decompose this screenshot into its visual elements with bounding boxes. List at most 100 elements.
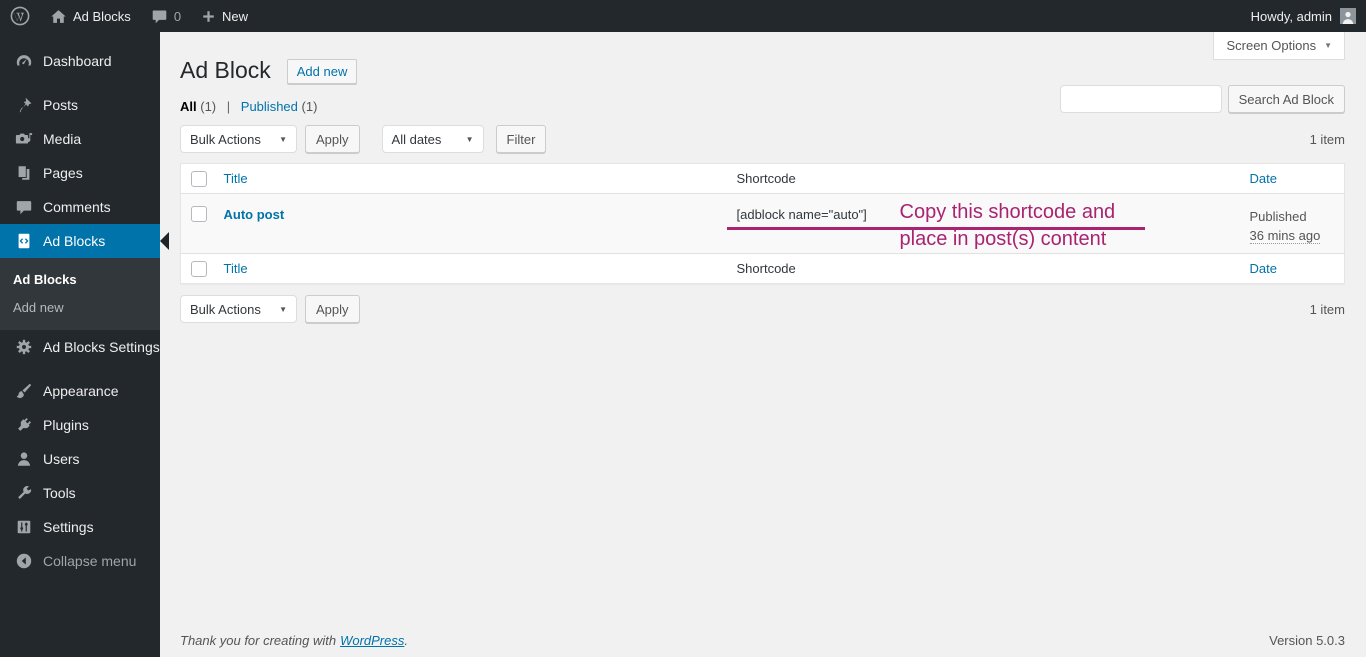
filter-published-link[interactable]: Published [241, 99, 298, 114]
dates-filter-select[interactable]: All dates ▼ [381, 125, 484, 153]
sidebar-item-appearance[interactable]: Appearance [0, 374, 160, 408]
sidebar-item-label: Tools [43, 485, 76, 501]
main-content: Screen Options ▼ Ad Block Add new Search… [160, 32, 1366, 657]
sidebar-item-settings[interactable]: Settings [0, 510, 160, 544]
site-name-link[interactable]: Ad Blocks [40, 0, 141, 32]
column-footer-title[interactable]: Title [224, 261, 248, 276]
footer-thanks-period: . [404, 633, 408, 648]
sidebar-item-posts[interactable]: Posts [0, 88, 160, 122]
item-count-bottom: 1 item [1309, 301, 1345, 317]
code-document-icon [14, 231, 34, 251]
filter-all-count: (1) [200, 99, 217, 114]
select-arrow-icon: ▼ [279, 304, 287, 314]
row-title-link[interactable]: Auto post [224, 207, 285, 222]
column-header-title[interactable]: Title [224, 171, 248, 186]
sidebar-item-pages[interactable]: Pages [0, 156, 160, 190]
page-title: Ad Block [180, 57, 271, 84]
sidebar-item-label: Ad Blocks [43, 233, 106, 249]
pin-icon [14, 95, 34, 115]
collapse-arrow-icon [14, 551, 34, 571]
item-count: 1 item [1309, 131, 1345, 147]
select-arrow-icon: ▼ [279, 134, 287, 144]
column-header-shortcode: Shortcode [726, 163, 1240, 194]
sidebar: Dashboard Posts Media Pages Comments Ad … [0, 32, 169, 657]
filter-all-link[interactable]: All [180, 99, 197, 114]
wp-logo-menu[interactable] [0, 0, 40, 32]
admin-bar: Ad Blocks 0 New Howdy, admin [0, 0, 1366, 32]
sidebar-item-dashboard[interactable]: Dashboard [0, 44, 160, 78]
comments-link[interactable]: 0 [141, 0, 191, 32]
column-header-date[interactable]: Date [1250, 171, 1277, 186]
wordpress-link[interactable]: WordPress [340, 633, 404, 648]
sidebar-item-comments[interactable]: Comments [0, 190, 160, 224]
table-row: Auto post [adblock name="auto"] Copy thi… [180, 193, 1345, 254]
row-status: Published [1249, 209, 1307, 224]
select-all-checkbox[interactable] [191, 170, 207, 187]
sidebar-item-users[interactable]: Users [0, 442, 160, 476]
sidebar-item-ad-blocks-settings[interactable]: Ad Blocks Settings [0, 330, 160, 364]
brush-icon [14, 381, 34, 401]
comment-icon [151, 8, 168, 25]
dashboard-icon [14, 51, 34, 71]
annotation-line-2: place in post(s) content [899, 228, 1107, 250]
sidebar-item-tools[interactable]: Tools [0, 476, 160, 510]
column-footer-shortcode: Shortcode [726, 253, 1240, 284]
apply-button-bottom[interactable]: Apply [305, 295, 360, 323]
screen-options-tab[interactable]: Screen Options ▼ [1213, 32, 1345, 60]
row-checkbox[interactable] [191, 205, 207, 222]
howdy-label: Howdy, admin [1250, 8, 1332, 24]
annotation-line-1: Copy this shortcode and [899, 201, 1116, 223]
add-new-button[interactable]: Add new [286, 58, 358, 84]
page-title-row: Ad Block Add new [180, 55, 1345, 87]
gear-icon [14, 337, 34, 357]
shortcode-value: [adblock name="auto"] [736, 207, 867, 222]
camera-icon [14, 129, 34, 149]
row-date: 36 mins ago [1249, 228, 1321, 244]
apply-button[interactable]: Apply [305, 125, 360, 153]
bulk-actions-select[interactable]: Bulk Actions ▼ [180, 125, 297, 153]
sidebar-subitem-ad-blocks[interactable]: Ad Blocks [0, 266, 160, 294]
sidebar-item-label: Comments [43, 199, 111, 215]
sidebar-subitem-add-new[interactable]: Add new [0, 294, 160, 322]
plug-icon [14, 415, 34, 435]
pages-icon [14, 163, 34, 183]
search-input[interactable] [1059, 85, 1222, 113]
search-ad-block-button[interactable]: Search Ad Block [1227, 85, 1345, 113]
sidebar-separator [0, 78, 160, 88]
sidebar-item-label: Dashboard [43, 53, 112, 69]
new-content-link[interactable]: New [191, 0, 258, 32]
sidebar-item-label: Collapse menu [43, 553, 137, 569]
sidebar-item-ad-blocks[interactable]: Ad Blocks [0, 224, 169, 258]
column-footer-date[interactable]: Date [1250, 261, 1277, 276]
ad-blocks-table: Title Shortcode Date Auto post [adblock … [180, 163, 1345, 284]
screen-options-label: Screen Options [1226, 38, 1317, 53]
sidebar-submenu-ad-blocks: Ad Blocks Add new [0, 258, 160, 330]
user-icon [14, 449, 34, 469]
footer-thanks: Thank you for creating with WordPress. [180, 633, 408, 648]
account-menu[interactable]: Howdy, admin [1241, 0, 1366, 32]
chevron-down-icon: ▼ [1324, 41, 1332, 50]
filter-separator: | [226, 99, 231, 114]
admin-bar-left: Ad Blocks 0 New [0, 0, 258, 32]
table-footer-row: Title Shortcode Date [180, 253, 1345, 284]
plus-icon [201, 9, 216, 24]
tablenav-top: Bulk Actions ▼ Apply All dates ▼ Filter … [180, 124, 1345, 154]
sidebar-item-collapse-menu[interactable]: Collapse menu [0, 544, 160, 578]
sidebar-item-label: Posts [43, 97, 79, 113]
sidebar-item-label: Ad Blocks Settings [43, 339, 160, 355]
filter-button[interactable]: Filter [495, 125, 547, 153]
annotation-underline [726, 227, 1145, 230]
sidebar-item-media[interactable]: Media [0, 122, 160, 156]
select-arrow-icon: ▼ [465, 134, 474, 144]
footer: Thank you for creating with WordPress. Ve… [180, 633, 1345, 648]
sidebar-item-plugins[interactable]: Plugins [0, 408, 160, 442]
sidebar-item-label: Media [43, 131, 82, 147]
avatar [1340, 8, 1356, 24]
bulk-actions-select-bottom[interactable]: Bulk Actions ▼ [180, 295, 297, 323]
comments-icon [14, 197, 34, 217]
select-all-checkbox[interactable] [191, 260, 207, 277]
table-header-row: Title Shortcode Date [180, 163, 1345, 194]
home-icon [50, 8, 67, 25]
wordpress-logo-icon [10, 6, 30, 26]
sidebar-item-label: Appearance [43, 383, 119, 399]
